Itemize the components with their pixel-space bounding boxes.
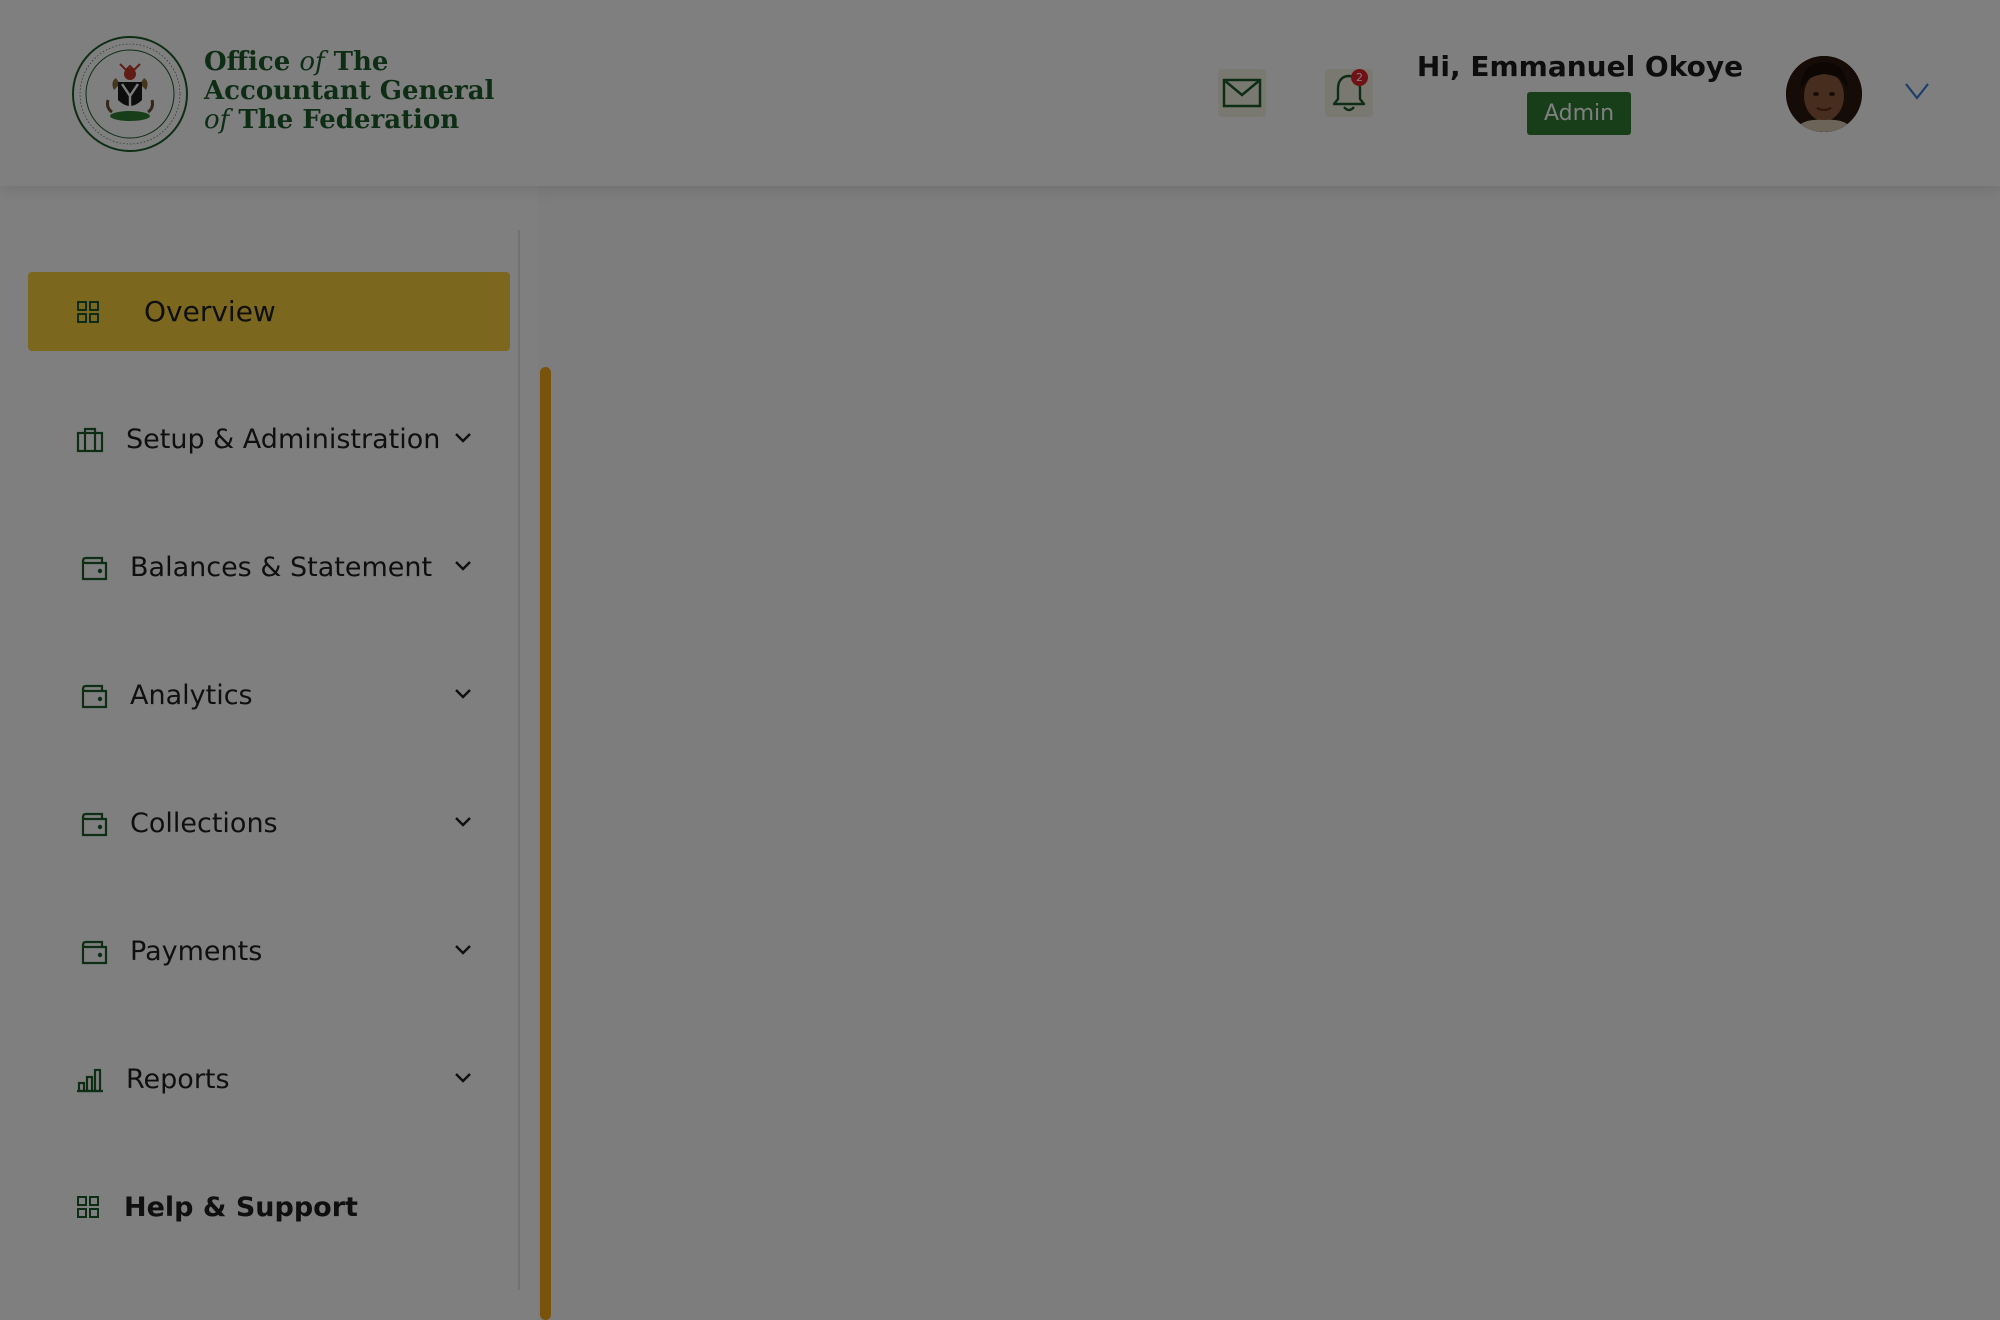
modal-backdrop[interactable] [0, 0, 2000, 1320]
app-root: Office of The Accountant General of The … [0, 0, 2000, 1320]
